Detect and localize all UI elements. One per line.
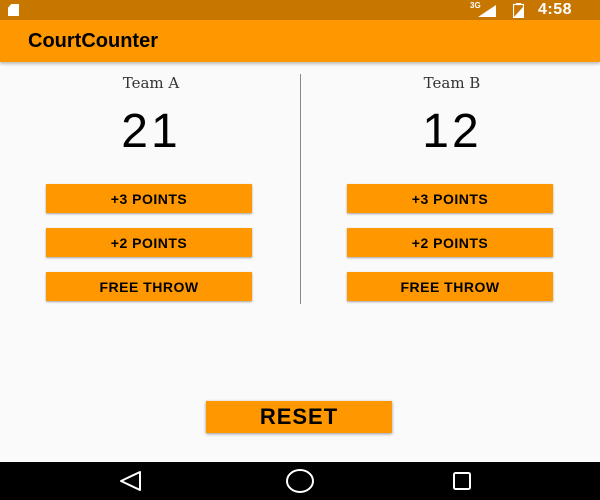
reset-button[interactable]: RESET: [206, 401, 392, 433]
navigation-bar: [0, 462, 600, 500]
app-bar: CourtCounter: [0, 20, 600, 62]
app-title: CourtCounter: [28, 30, 158, 52]
team-a-free-throw-button[interactable]: FREE THROW: [46, 272, 252, 301]
team-b-free-throw-button[interactable]: FREE THROW: [347, 272, 553, 301]
team-a-plus-2-button[interactable]: +2 POINTS: [46, 228, 252, 257]
home-icon[interactable]: [285, 468, 315, 494]
team-b-plus-2-button[interactable]: +2 POINTS: [347, 228, 553, 257]
back-icon[interactable]: [118, 470, 142, 492]
team-b-plus-3-button[interactable]: +3 POINTS: [347, 184, 553, 213]
sd-card-icon: [8, 4, 19, 16]
team-a-name: Team A: [122, 74, 180, 92]
battery-icon: [513, 3, 524, 18]
team-a-score: 21: [121, 105, 181, 158]
recent-apps-icon[interactable]: [452, 471, 472, 491]
team-b-score: 12: [422, 105, 482, 158]
status-bar: 3G 4:58: [0, 0, 600, 20]
clock: 4:58: [538, 1, 573, 18]
signal-icon: [478, 5, 496, 17]
team-divider: [300, 74, 301, 304]
team-b-name: Team B: [423, 74, 481, 92]
team-a-plus-3-button[interactable]: +3 POINTS: [46, 184, 252, 213]
